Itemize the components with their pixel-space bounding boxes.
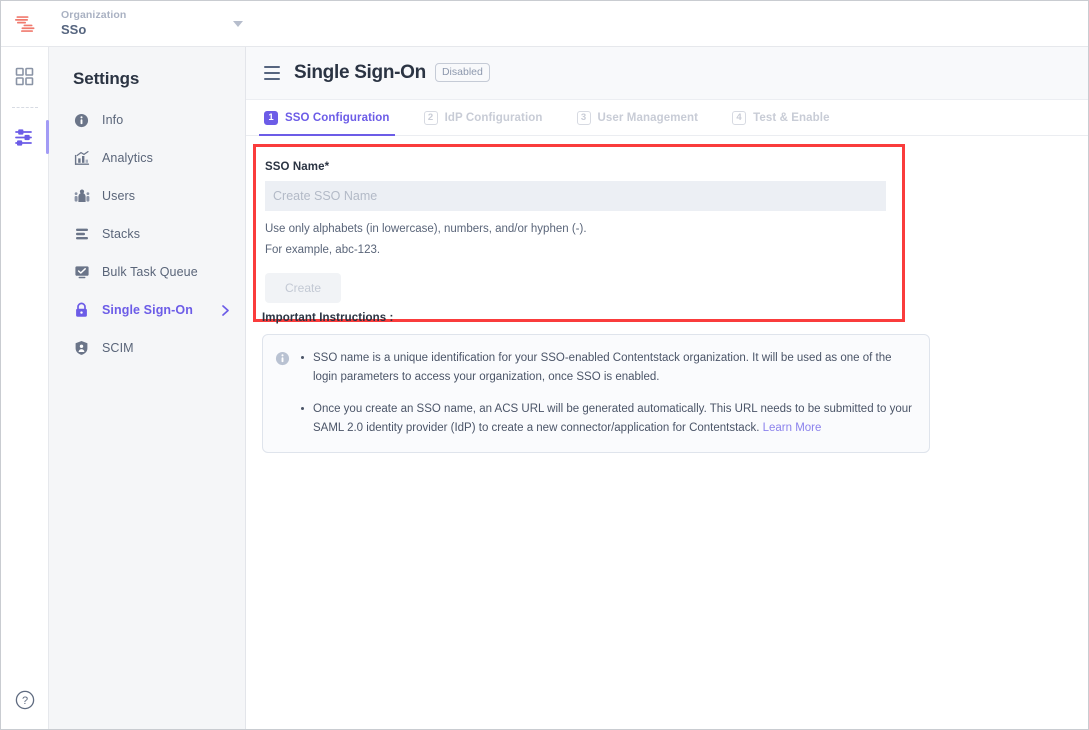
sidebar-item-analytics[interactable]: Analytics [49, 139, 245, 177]
sidebar-item-users[interactable]: Users [49, 177, 245, 215]
help-circle-icon: ? [14, 689, 36, 711]
sidebar-item-label: Single Sign-On [102, 303, 193, 317]
sidebar-item-info[interactable]: Info [49, 101, 245, 139]
instructions-box: SSO name is a unique identification for … [262, 334, 930, 453]
list-item: Once you create an SSO name, an ACS URL … [299, 400, 913, 437]
sidebar-item-stacks[interactable]: Stacks [49, 215, 245, 253]
create-button[interactable]: Create [265, 273, 341, 303]
instructions-list: SSO name is a unique identification for … [299, 349, 913, 438]
tab-label: User Management [598, 112, 699, 124]
tab-label: IdP Configuration [445, 112, 543, 124]
organization-name: SSo [61, 23, 126, 38]
sidebar-item-single-sign-on[interactable]: Single Sign-On [49, 291, 245, 329]
info-circle-icon [73, 112, 90, 129]
sidebar-nav-list: Info Analytics [49, 101, 245, 367]
tab-label: Test & Enable [753, 112, 830, 124]
application-window: Organization SSo [0, 0, 1089, 730]
users-group-icon [73, 188, 90, 205]
rail-divider [12, 107, 38, 108]
shield-user-icon [73, 340, 90, 357]
tab-idp-configuration[interactable]: 2 IdP Configuration [424, 100, 543, 135]
settings-sidebar: Settings Info [49, 47, 246, 729]
tab-number: 1 [264, 111, 278, 125]
sso-name-highlight-annotation: SSO Name* Use only alphabets (in lowerca… [253, 144, 905, 322]
organization-text: Organization SSo [61, 9, 126, 38]
help-button[interactable]: ? [1, 689, 48, 711]
lock-icon [73, 302, 90, 319]
sidebar-item-label: Users [102, 189, 135, 203]
body-row: ? Settings Info [1, 47, 1088, 729]
sso-name-hint-line-1: Use only alphabets (in lowercase), numbe… [265, 221, 886, 239]
sidebar-item-scim[interactable]: SCIM [49, 329, 245, 367]
contentstack-logo[interactable] [1, 1, 49, 47]
organization-selector[interactable]: Organization SSo [49, 1, 249, 47]
sso-name-hint-line-2: For example, abc-123. [265, 242, 886, 260]
stacks-layers-icon [73, 226, 90, 243]
instruction-text: SSO name is a unique identification for … [313, 352, 892, 383]
sidebar-item-label: Info [102, 113, 123, 127]
chevron-right-icon [220, 304, 231, 317]
content-area: SSO Name* Use only alphabets (in lowerca… [246, 136, 1088, 729]
tab-test-and-enable[interactable]: 4 Test & Enable [732, 100, 830, 135]
contentstack-logo-icon [12, 11, 38, 37]
page-header: Single Sign-On Disabled [246, 47, 1088, 100]
organization-label: Organization [61, 9, 126, 21]
icon-rail: ? [1, 47, 49, 729]
learn-more-link[interactable]: Learn More [763, 422, 822, 434]
sidebar-item-label: Analytics [102, 151, 153, 165]
tab-number: 2 [424, 111, 438, 125]
sidebar-item-label: Bulk Task Queue [102, 265, 198, 279]
sliders-settings-icon [14, 127, 35, 148]
top-bar: Organization SSo [1, 1, 1088, 47]
status-badge: Disabled [435, 63, 490, 82]
tab-user-management[interactable]: 3 User Management [577, 100, 699, 135]
instruction-text: Once you create an SSO name, an ACS URL … [313, 403, 912, 434]
analytics-chart-icon [73, 150, 90, 167]
page-title: Single Sign-On [294, 62, 426, 84]
sidebar-item-label: SCIM [102, 341, 134, 355]
main-content: Single Sign-On Disabled 1 SSO Configurat… [246, 47, 1088, 729]
important-instructions-section: Important Instructions : SSO name is a [262, 312, 930, 453]
sso-name-input[interactable] [265, 181, 886, 211]
grid-apps-button[interactable] [8, 59, 42, 93]
tab-bar: 1 SSO Configuration 2 IdP Configuration … [246, 100, 1088, 136]
hamburger-menu-icon[interactable] [264, 66, 280, 80]
sso-name-form-card: SSO Name* Use only alphabets (in lowerca… [256, 147, 902, 319]
tab-sso-configuration[interactable]: 1 SSO Configuration [264, 100, 390, 135]
instructions-title: Important Instructions : [262, 312, 930, 324]
task-queue-icon [73, 264, 90, 281]
list-item: SSO name is a unique identification for … [299, 349, 913, 386]
tab-number: 4 [732, 111, 746, 125]
tab-label: SSO Configuration [285, 112, 390, 124]
sidebar-title: Settings [49, 65, 245, 101]
grid-apps-icon [15, 67, 34, 86]
sidebar-item-bulk-task-queue[interactable]: Bulk Task Queue [49, 253, 245, 291]
settings-sliders-button[interactable] [8, 120, 42, 154]
tab-number: 3 [577, 111, 591, 125]
svg-text:?: ? [21, 695, 27, 707]
chevron-down-icon [233, 21, 243, 27]
sso-name-label: SSO Name* [265, 161, 886, 173]
info-circle-icon [275, 351, 290, 438]
sidebar-item-label: Stacks [102, 227, 140, 241]
